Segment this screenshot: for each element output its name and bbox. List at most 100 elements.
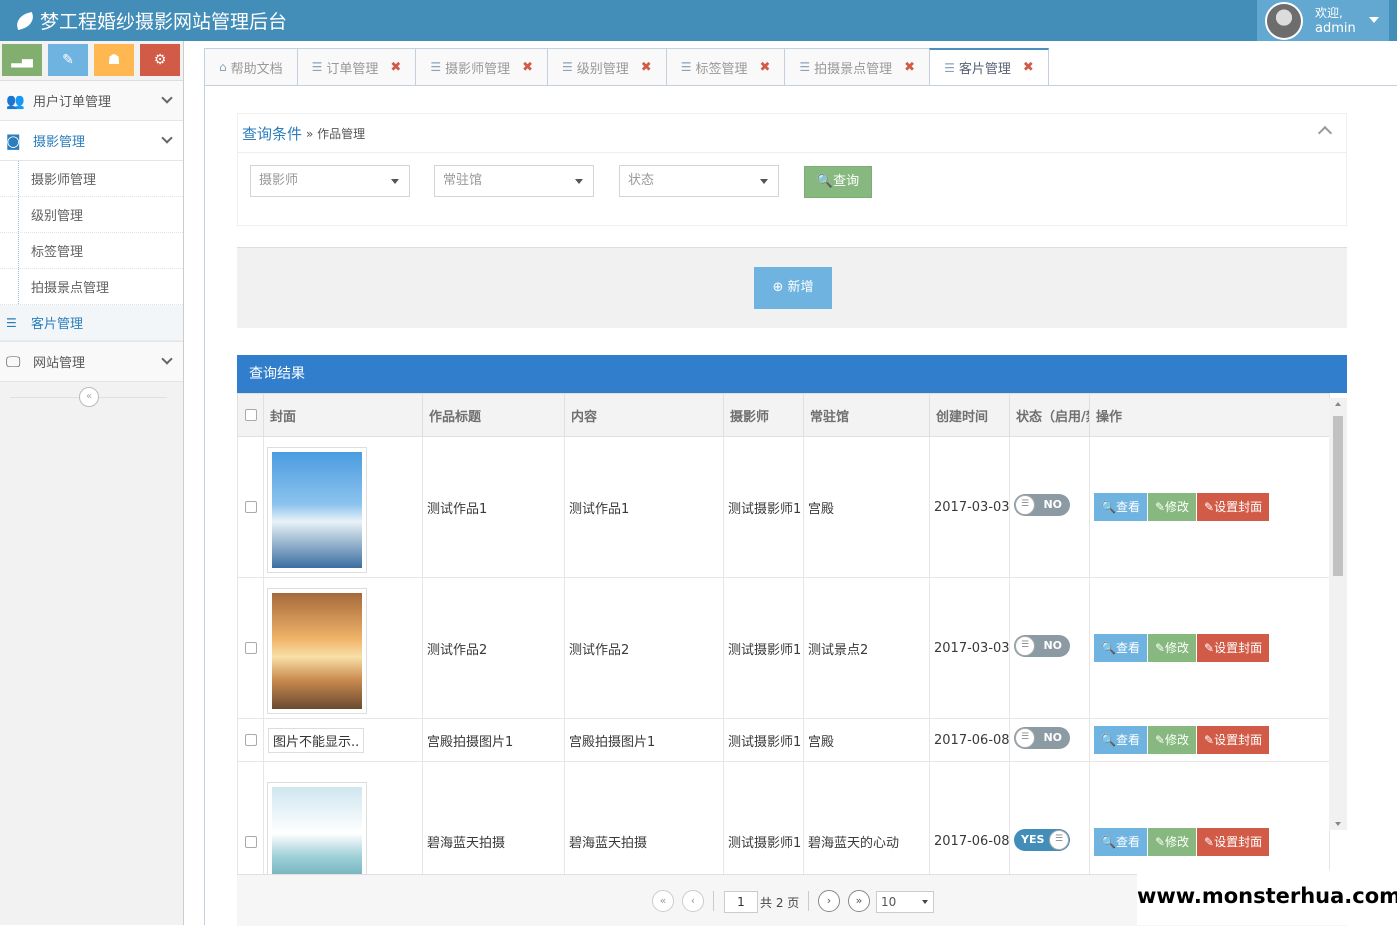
row-checkbox[interactable] (245, 734, 257, 746)
close-icon[interactable]: ✖ (904, 60, 915, 75)
tab-help[interactable]: ⌂ 帮助文档 (204, 48, 297, 86)
edit-button[interactable]: ✎修改 (1147, 827, 1197, 856)
tab-tags[interactable]: ☰ 标签管理 ✖ (665, 48, 785, 86)
last-page-icon[interactable]: » (848, 890, 870, 912)
edit-icon: ✎ (1204, 641, 1215, 655)
edit-button[interactable]: ✎修改 (1147, 634, 1197, 662)
user-menu[interactable]: 欢迎, admin (1257, 0, 1389, 41)
prev-page-icon[interactable]: ‹ (682, 890, 704, 912)
set-cover-button[interactable]: ✎设置封面 (1197, 726, 1270, 754)
scroll-thumb[interactable] (1333, 416, 1343, 576)
select-all-checkbox[interactable] (245, 409, 257, 421)
status-select[interactable]: 状态 (619, 165, 779, 197)
chevron-up-icon[interactable] (1317, 125, 1333, 141)
edit-icon: ✎ (1204, 834, 1215, 849)
status-toggle[interactable]: ☰ NO (1014, 727, 1070, 749)
photographer-select[interactable]: 摄影师 (250, 165, 410, 197)
edit-icon: ✎ (1154, 500, 1166, 514)
close-icon[interactable]: ✖ (390, 60, 401, 75)
signal-icon: ▂▄ (11, 52, 33, 68)
shortcut-cogs-button[interactable]: ⚙ (140, 44, 180, 76)
tab-client-photos[interactable]: ☰ 客片管理 ✖ (929, 48, 1049, 86)
column-header[interactable]: 创建时间 (929, 393, 1010, 437)
sidebar-item-tags[interactable]: 标签管理 (0, 233, 183, 269)
row-checkbox[interactable] (245, 642, 257, 654)
cell-venue: 宫殿 (803, 718, 930, 762)
column-header[interactable]: 常驻馆 (803, 393, 930, 437)
edit-button[interactable]: ✎修改 (1147, 493, 1197, 521)
status-toggle[interactable]: ☰ NO (1014, 635, 1070, 657)
cover-thumbnail[interactable] (267, 588, 367, 714)
view-button[interactable]: 🔍查看 (1094, 726, 1147, 754)
cell-content: 测试作品1 (564, 436, 724, 578)
status-toggle[interactable]: ☰ NO (1014, 494, 1070, 516)
first-page-icon[interactable]: « (652, 890, 674, 912)
sidebar-item-client-photos[interactable]: ☰ 客片管理 (0, 305, 183, 341)
cell-title: 宫殿拍摄图片1 (422, 718, 565, 762)
tab-photographers[interactable]: ☰ 摄影师管理 ✖ (415, 48, 548, 86)
chevron-down-icon (161, 353, 173, 365)
column-header[interactable]: 操作 (1089, 393, 1330, 437)
sidebar-item-orders[interactable]: 👥 用户订单管理 (0, 81, 183, 121)
set-cover-button[interactable]: ✎设置封面 (1197, 827, 1270, 856)
column-header[interactable]: 封面 (263, 393, 423, 437)
table-scrollbar[interactable] (1329, 398, 1347, 830)
page-size-select[interactable]: 10 (876, 891, 934, 913)
set-cover-button[interactable]: ✎设置封面 (1197, 634, 1270, 662)
column-header[interactable]: 状态（启用/禁用） (1009, 393, 1090, 437)
edit-icon: ✎ (1204, 500, 1215, 514)
shortcut-signal-button[interactable]: ▂▄ (2, 44, 42, 76)
shortcut-users-button[interactable]: ☗ (94, 44, 134, 76)
sidebar-item-website[interactable]: 🖵 网站管理 (0, 342, 183, 382)
sidebar-item-levels[interactable]: 级别管理 (0, 197, 183, 233)
view-button[interactable]: 🔍查看 (1094, 827, 1147, 856)
toggle-label: NO (1043, 639, 1062, 652)
double-left-icon[interactable]: « (79, 387, 99, 407)
close-icon[interactable]: ✖ (641, 60, 652, 75)
sliders-icon: ☰ (311, 60, 323, 74)
status-toggle[interactable]: YES ☰ (1014, 828, 1070, 851)
column-header[interactable]: 作品标题 (422, 393, 565, 437)
pager-separator (808, 891, 809, 911)
cover-thumbnail[interactable] (267, 447, 367, 573)
toggle-label: NO (1043, 498, 1062, 511)
view-button[interactable]: 🔍查看 (1094, 493, 1147, 521)
next-page-icon[interactable]: › (818, 890, 840, 912)
tab-locations[interactable]: ☰ 拍摄景点管理 ✖ (784, 48, 930, 86)
brand[interactable]: 梦工程婚纱摄影网站管理后台 (14, 7, 287, 34)
results-panel: 查询结果 封面 作品标题 内容 摄影师 常驻馆 创建时间 状态（启用/禁用） (237, 355, 1347, 926)
venue-select[interactable]: 常驻馆 (434, 165, 594, 197)
column-header[interactable]: 内容 (564, 393, 724, 437)
desktop-icon: 🖵 (6, 352, 21, 371)
sidebar-item-locations[interactable]: 拍摄景点管理 (0, 269, 183, 305)
close-icon[interactable]: ✖ (759, 60, 770, 75)
tab-levels[interactable]: ☰ 级别管理 ✖ (547, 48, 666, 86)
top-navbar: 梦工程婚纱摄影网站管理后台 欢迎, admin (0, 0, 1397, 41)
cell-title: 测试作品1 (422, 436, 565, 578)
sidebar-item-photography[interactable]: ◙ 摄影管理 (0, 121, 183, 161)
cover-image (272, 593, 362, 709)
scroll-up-icon[interactable] (1335, 402, 1341, 406)
view-button[interactable]: 🔍查看 (1094, 634, 1147, 662)
set-cover-button[interactable]: ✎设置封面 (1197, 493, 1270, 521)
close-icon[interactable]: ✖ (522, 60, 533, 75)
view-label: 查看 (1115, 834, 1140, 849)
add-button[interactable]: ⊕ 新增 (754, 267, 832, 309)
tab-orders[interactable]: ☰ 订单管理 ✖ (296, 48, 416, 86)
page-number-input[interactable]: 1 (724, 891, 758, 913)
edit-button[interactable]: ✎修改 (1147, 726, 1197, 754)
close-icon[interactable]: ✖ (1023, 60, 1034, 75)
broken-image-placeholder[interactable]: 图片不能显示.. (268, 727, 365, 753)
edit-label: 修改 (1165, 733, 1190, 747)
row-checkbox[interactable] (245, 501, 257, 513)
column-header[interactable]: 摄影师 (723, 393, 804, 437)
users-icon: ☗ (107, 52, 121, 68)
sidebar-item-label: 摄影管理 (33, 135, 86, 150)
search-button[interactable]: 🔍查询 (804, 166, 872, 198)
sidebar-item-photographers[interactable]: 摄影师管理 (0, 161, 183, 197)
shortcut-pencil-button[interactable]: ✎ (48, 44, 88, 76)
row-checkbox[interactable] (245, 835, 257, 848)
scroll-down-icon[interactable] (1335, 822, 1341, 826)
sidebar-collapse-bar: « (0, 382, 183, 412)
edit-icon: ✎ (1204, 733, 1215, 747)
